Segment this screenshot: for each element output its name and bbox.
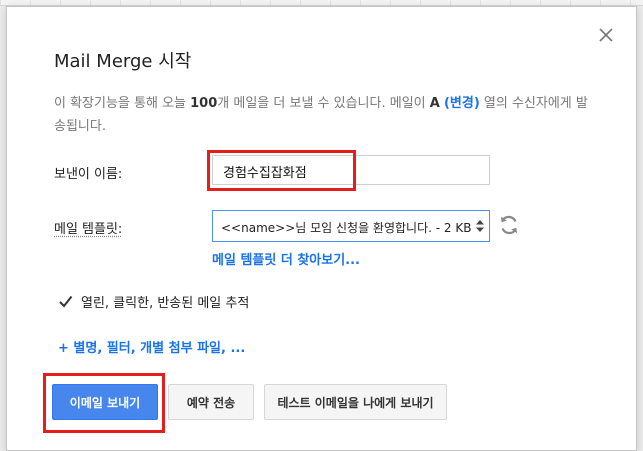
desc-column: A (429, 96, 440, 111)
dialog-description: 이 확장기능을 통해 오늘 100개 메일을 더 보낼 수 있습니다. 메일이 … (54, 92, 594, 138)
checkbox-icon[interactable] (58, 294, 73, 309)
template-label: 메일 템플릿: (54, 222, 123, 237)
refresh-icon[interactable] (496, 212, 522, 238)
send-test-email-button[interactable]: 테스트 이메일을 나에게 보내기 (264, 384, 447, 420)
template-select[interactable]: <<name>>님 모임 신청을 환영합니다. - 2 KB (212, 210, 490, 242)
desc-text-1: 이 확장기능을 통해 오늘 (54, 96, 191, 111)
screen: Mail Merge 시작 이 확장기능을 통해 오늘 100개 메일을 더 보… (0, 0, 643, 451)
schedule-send-button[interactable]: 예약 전송 (168, 384, 254, 420)
template-selected-value: <<name>>님 모임 신청을 환영합니다. - 2 KB (221, 221, 472, 235)
sort-arrows-icon (476, 220, 484, 232)
advanced-options-link[interactable]: + 별명, 필터, 개별 첨부 파일, ... (58, 337, 245, 356)
send-email-button[interactable]: 이메일 보내기 (52, 384, 158, 420)
dialog-title: Mail Merge 시작 (54, 51, 192, 72)
tracking-label[interactable]: 열린, 클릭한, 반송된 메일 추적 (81, 292, 249, 311)
sender-name-input[interactable]: 경험수집잡화점 (212, 155, 490, 185)
sender-name-label: 보낸이 이름: (54, 167, 123, 182)
change-column-link[interactable]: (변경) (444, 96, 480, 111)
mail-merge-dialog: Mail Merge 시작 이 확장기능을 통해 오늘 100개 메일을 더 보… (6, 6, 637, 451)
more-templates-link[interactable]: 메일 템플릿 더 찾아보기... (212, 249, 360, 268)
close-icon[interactable] (595, 24, 617, 46)
desc-count: 100 (190, 96, 218, 111)
desc-text-2: 개 메일을 더 보낼 수 있습니다. 메일이 (217, 96, 430, 111)
